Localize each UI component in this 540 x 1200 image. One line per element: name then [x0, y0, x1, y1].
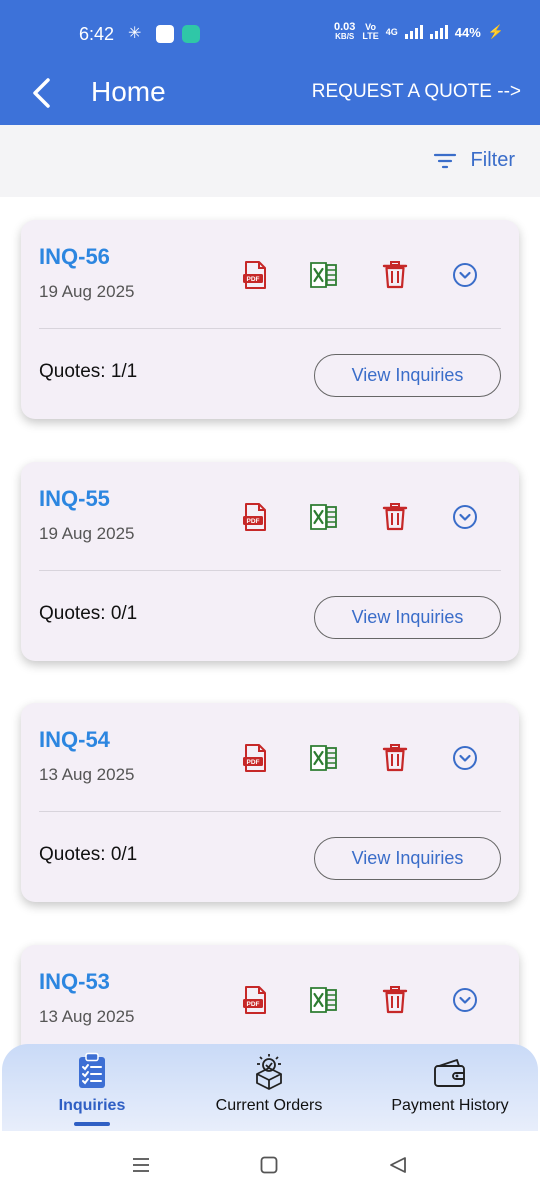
svg-text:PDF: PDF — [247, 276, 260, 283]
nav-label-inquiries: Inquiries — [58, 1097, 126, 1114]
view-inquiries-button[interactable]: View Inquiries — [314, 354, 501, 397]
excel-icon[interactable] — [309, 985, 339, 1015]
signal-icon-2 — [429, 25, 448, 39]
inquiry-date: 13 Aug 2025 — [39, 1007, 135, 1026]
nav-item-current-orders[interactable]: Current Orders — [200, 1044, 338, 1131]
inquiry-date: 19 Aug 2025 — [39, 282, 135, 301]
card-divider — [39, 811, 501, 812]
card-divider — [39, 570, 501, 571]
filter-label: Filter — [470, 149, 515, 171]
app-notification-icon: ✳ — [128, 25, 142, 42]
recent-apps-icon[interactable] — [131, 1155, 151, 1175]
filter-band: Filter — [0, 125, 540, 197]
view-inquiries-button[interactable]: View Inquiries — [314, 596, 501, 639]
nav-label-current-orders: Current Orders — [215, 1097, 323, 1114]
request-quote-button[interactable]: REQUEST A QUOTE --> — [312, 81, 521, 103]
charging-icon: ⚡ — [487, 24, 504, 39]
back-nav-icon[interactable] — [388, 1155, 408, 1175]
bottom-navigation: Inquiries Current Orders Payment History — [2, 1044, 538, 1131]
network-speed-unit: KB/S — [335, 32, 355, 41]
inquiry-date: 13 Aug 2025 — [39, 765, 135, 784]
pdf-icon[interactable]: PDF — [242, 502, 268, 532]
paytm-notification-icon — [156, 25, 174, 43]
active-tab-indicator — [74, 1122, 110, 1126]
inquiry-card: INQ-55 19 Aug 2025 PDF Quotes: 0/1 View … — [21, 462, 519, 661]
chevron-down-icon[interactable] — [452, 260, 478, 290]
box-check-icon — [256, 1054, 282, 1090]
system-navigation-bar — [0, 1131, 540, 1200]
nav-label-payment-history: Payment History — [391, 1097, 509, 1114]
back-arrow-icon[interactable] — [28, 76, 58, 110]
signal-icon-1 — [404, 25, 423, 39]
volte-indicator: Vo LTE — [362, 23, 378, 41]
delete-icon[interactable] — [382, 260, 408, 290]
nav-item-payment-history[interactable]: Payment History — [380, 1044, 520, 1131]
pdf-icon[interactable]: PDF — [242, 260, 268, 290]
network-type: 4G — [385, 27, 398, 37]
svg-text:PDF: PDF — [247, 518, 260, 525]
chevron-down-icon[interactable] — [452, 985, 478, 1015]
nav-item-inquiries[interactable]: Inquiries — [32, 1044, 152, 1131]
home-icon[interactable] — [259, 1155, 279, 1175]
inquiry-card: INQ-54 13 Aug 2025 PDF Quotes: 0/1 View … — [21, 703, 519, 902]
inquiry-id[interactable]: INQ-54 — [39, 727, 110, 753]
inquiry-date: 19 Aug 2025 — [39, 524, 135, 543]
status-time: 6:42 — [79, 24, 115, 44]
network-speed: 0.03 KB/S — [334, 22, 355, 42]
battery-level: 44% — [454, 24, 481, 40]
delete-icon[interactable] — [382, 985, 408, 1015]
excel-icon[interactable] — [309, 743, 339, 773]
svg-text:PDF: PDF — [247, 759, 260, 766]
pdf-icon[interactable]: PDF — [242, 743, 268, 773]
delete-icon[interactable] — [382, 502, 408, 532]
top-bar: 6:42 ✳ 0.03 KB/S Vo LTE 4G 44% ⚡ Home RE… — [0, 0, 540, 125]
inquiry-id[interactable]: INQ-55 — [39, 486, 110, 512]
quotes-count: Quotes: 0/1 — [39, 844, 138, 865]
notification-icons: ✳ — [128, 25, 200, 43]
page-title: Home — [91, 76, 166, 107]
quotes-count: Quotes: 1/1 — [39, 361, 138, 382]
app-bar: Home REQUEST A QUOTE --> — [0, 68, 540, 125]
filter-button[interactable]: Filter — [433, 149, 515, 172]
excel-icon[interactable] — [309, 260, 339, 290]
delete-icon[interactable] — [382, 743, 408, 773]
chevron-down-icon[interactable] — [452, 502, 478, 532]
pdf-icon[interactable]: PDF — [242, 985, 268, 1015]
inquiry-id[interactable]: INQ-56 — [39, 244, 110, 270]
svg-text:PDF: PDF — [247, 1001, 260, 1008]
clipboard-list-icon — [79, 1052, 105, 1088]
wallet-icon — [434, 1059, 465, 1087]
volte-bottom: LTE — [362, 31, 379, 41]
inquiry-id[interactable]: INQ-53 — [39, 969, 110, 995]
view-inquiries-button[interactable]: View Inquiries — [314, 837, 501, 880]
status-bar: 6:42 ✳ 0.03 KB/S Vo LTE 4G 44% ⚡ — [0, 0, 540, 68]
filter-icon — [433, 153, 456, 168]
chat-notification-icon — [182, 25, 200, 43]
chevron-down-icon[interactable] — [452, 743, 478, 773]
excel-icon[interactable] — [309, 502, 339, 532]
status-right: 0.03 KB/S Vo LTE 4G 44% ⚡ — [334, 22, 504, 42]
card-divider — [39, 328, 501, 329]
quotes-count: Quotes: 0/1 — [39, 603, 138, 624]
inquiry-card: INQ-56 19 Aug 2025 PDF Quotes: 1/1 View … — [21, 220, 519, 419]
